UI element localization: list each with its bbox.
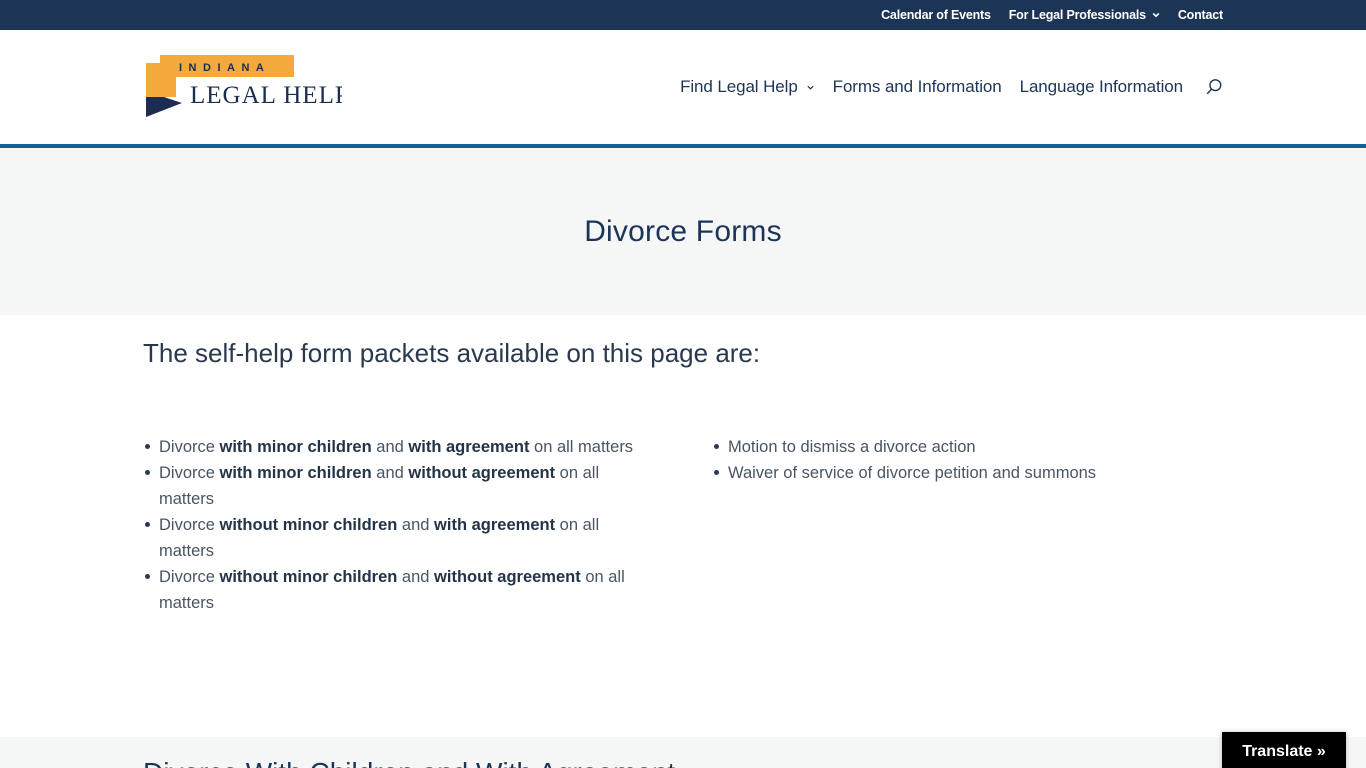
intro-heading: The self-help form packets available on … [143,338,761,368]
main-nav: Find Legal Help Forms and Information La… [662,74,1223,100]
chevron-down-icon [1152,12,1160,18]
list-item-text-prefix: Divorce [159,568,220,586]
topbar-link-calendar-of-events[interactable]: Calendar of Events [881,8,991,22]
search-icon[interactable] [1205,78,1223,96]
topbar-link-for-legal-professionals[interactable]: For Legal Professionals [1009,8,1160,22]
list-item: Divorce with minor children and without … [143,460,653,512]
list-item: Divorce without minor children and with … [143,512,653,564]
nav-item-label: Find Legal Help [680,77,798,96]
list-item-text-bold2: without agreement [408,464,556,482]
topbar-link-label: Calendar of Events [881,8,991,22]
list-item-text-bold1: with minor children [219,438,372,456]
list-item-text-bold2: without agreement [434,568,581,586]
page-hero: Divorce Forms [0,148,1366,315]
nav-item-language-information[interactable]: Language Information [1019,77,1184,97]
list-item-text-mid: and [371,438,409,456]
list-item-text-bold2: with agreement [434,516,556,534]
list-item: Divorce without minor children and witho… [143,564,653,616]
svg-text:LEGAL HELP: LEGAL HELP [190,82,342,109]
list-item-text-bold1: without minor children [219,568,398,586]
packet-list-left: Divorce with minor children and with agr… [143,434,663,616]
chevron-down-icon [807,85,814,90]
list-item-text-mid: and [371,464,409,482]
list-item-text-mid: and [397,516,435,534]
list-item-text-bold1: without minor children [219,516,398,534]
list-item-text-prefix: Divorce [159,464,220,482]
list-item-text-bold2: with agreement [408,438,530,456]
list-item: Divorce with minor children and with agr… [143,434,653,460]
list-item-text-prefix: Divorce [159,438,220,456]
next-section: Divorce With Children and With Agreement [0,737,1366,768]
list-item: Motion to dismiss a divorce action [712,434,1212,460]
nav-item-find-legal-help[interactable]: Find Legal Help [680,77,815,97]
topbar-link-label: For Legal Professionals [1008,8,1146,22]
packet-list-right: Motion to dismiss a divorce action Waive… [712,434,1212,486]
top-utility-bar: Calendar of Events For Legal Professiona… [0,0,1366,30]
translate-button[interactable]: Translate » [1222,732,1346,768]
list-item-text-suffix: on all matters [529,438,634,456]
nav-item-label: Forms and Information [832,77,1002,96]
topbar-link-label: Contact [1177,8,1223,22]
site-header: INDIANA LEGAL HELP Find Legal Help Forms… [0,30,1366,144]
list-item-text-mid: and [397,568,435,586]
list-item: Waiver of service of divorce petition an… [712,460,1212,486]
svg-text:INDIANA: INDIANA [179,62,270,74]
nav-item-label: Language Information [1019,77,1184,96]
section-heading: Divorce With Children and With Agreement [143,757,675,768]
topbar-link-contact[interactable]: Contact [1178,8,1223,22]
nav-item-forms-and-information[interactable]: Forms and Information [833,77,1002,97]
page-title: Divorce Forms [584,214,782,248]
site-logo[interactable]: INDIANA LEGAL HELP [146,55,349,119]
list-item-text-bold1: with minor children [219,464,372,482]
list-item-text-prefix: Divorce [159,516,220,534]
indiana-legal-help-logo-icon: INDIANA LEGAL HELP [146,55,349,117]
